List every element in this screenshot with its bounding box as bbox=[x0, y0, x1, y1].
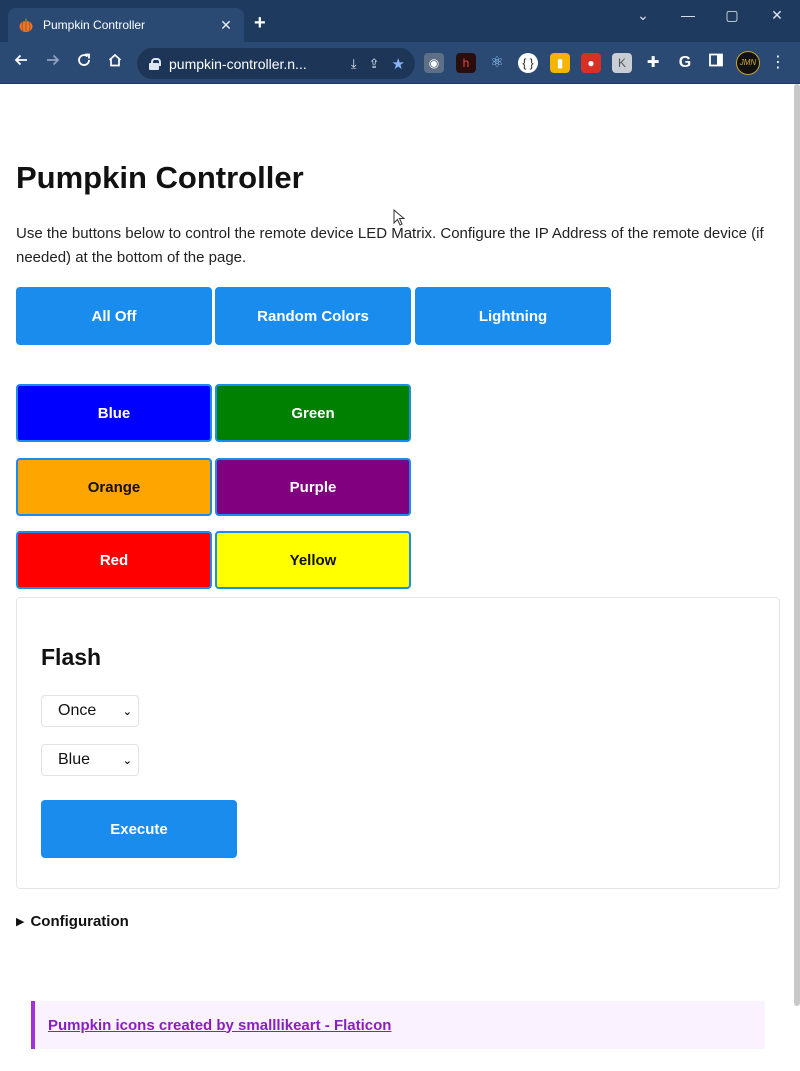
configuration-toggle[interactable]: ▶ Configuration bbox=[16, 913, 129, 930]
chevron-down-icon: ⌄ bbox=[122, 706, 132, 718]
address-bar-url[interactable]: pumpkin-controller.n... bbox=[169, 56, 339, 72]
flash-card: Flash Once ⌄ Blue ⌄ Execute bbox=[16, 597, 780, 889]
address-bar[interactable]: pumpkin-controller.n... ⤓ ⇪ ★ bbox=[137, 48, 415, 79]
page-scrollbar[interactable] bbox=[794, 84, 800, 1006]
google-icon[interactable]: G bbox=[675, 53, 695, 73]
lock-icon[interactable] bbox=[149, 57, 161, 70]
execute-button[interactable]: Execute bbox=[41, 800, 237, 858]
lightning-button[interactable]: Lightning bbox=[415, 287, 611, 345]
puzzle-icon[interactable]: ✚ bbox=[643, 53, 663, 73]
star-icon[interactable]: ★ bbox=[392, 55, 405, 73]
flaticon-credit-link[interactable]: Pumpkin icons created by smalllikeart - … bbox=[48, 1017, 391, 1034]
tab-search-dropdown-icon[interactable]: ⌄ bbox=[631, 7, 655, 24]
browser-toolbar: pumpkin-controller.n... ⤓ ⇪ ★ ◉ h ⚛ { } … bbox=[0, 42, 800, 84]
browser-tab-active[interactable]: Pumpkin Controller ✕ bbox=[8, 8, 244, 42]
tab-title: Pumpkin Controller bbox=[43, 18, 146, 32]
orange-color-button[interactable]: Orange bbox=[16, 458, 212, 516]
minimize-window-button[interactable]: — bbox=[676, 7, 700, 23]
page-title: Pumpkin Controller bbox=[16, 160, 304, 195]
blue-color-button[interactable]: Blue bbox=[16, 384, 212, 442]
back-arrow-icon[interactable] bbox=[9, 51, 33, 75]
flash-color-select[interactable]: Blue ⌄ bbox=[41, 744, 139, 776]
credit-banner: Pumpkin icons created by smalllikeart - … bbox=[31, 1001, 765, 1049]
side-panel-icon[interactable] bbox=[706, 53, 726, 73]
page-content: Pumpkin Controller Use the buttons below… bbox=[0, 84, 792, 1071]
react-devtools-icon[interactable]: ⚛ bbox=[487, 53, 507, 73]
profile-avatar[interactable]: JMN bbox=[736, 51, 760, 75]
purple-color-button[interactable]: Purple bbox=[215, 458, 411, 516]
new-tab-button[interactable]: + bbox=[254, 12, 266, 34]
tab-close-icon[interactable]: ✕ bbox=[218, 17, 234, 34]
k-extension-icon[interactable]: K bbox=[612, 53, 632, 73]
reload-icon[interactable] bbox=[72, 51, 96, 75]
maximize-window-button[interactable]: ▢ bbox=[720, 7, 744, 24]
green-color-button[interactable]: Green bbox=[215, 384, 411, 442]
flash-mode-select[interactable]: Once ⌄ bbox=[41, 695, 139, 727]
close-window-button[interactable]: ✕ bbox=[765, 7, 789, 24]
kebab-menu-icon[interactable]: ⋮ bbox=[770, 52, 786, 72]
browser-titlebar: Pumpkin Controller ✕ + ⌄ — ▢ ✕ bbox=[0, 0, 800, 42]
forward-arrow-icon[interactable] bbox=[41, 51, 65, 75]
install-icon[interactable]: ⤓ bbox=[351, 56, 357, 72]
disclosure-triangle-icon: ▶ bbox=[16, 916, 25, 928]
json-extension-icon[interactable]: { } bbox=[518, 53, 538, 73]
mouse-cursor-icon bbox=[393, 209, 405, 226]
h-extension-icon[interactable]: h bbox=[456, 53, 476, 73]
random-colors-button[interactable]: Random Colors bbox=[215, 287, 411, 345]
flash-mode-value: Once bbox=[58, 702, 97, 719]
configuration-label: Configuration bbox=[30, 913, 129, 930]
all-off-button[interactable]: All Off bbox=[16, 287, 212, 345]
flash-color-value: Blue bbox=[58, 751, 91, 768]
intro-text: Use the buttons below to control the rem… bbox=[16, 225, 764, 266]
red-color-button[interactable]: Red bbox=[16, 531, 212, 589]
camera-extension-icon[interactable]: ◉ bbox=[424, 53, 444, 73]
chevron-down-icon: ⌄ bbox=[122, 755, 132, 767]
red-extension-icon[interactable]: ● bbox=[581, 53, 601, 73]
yellow-color-button[interactable]: Yellow bbox=[215, 531, 411, 589]
home-icon[interactable] bbox=[103, 51, 127, 75]
keep-extension-icon[interactable]: ▮ bbox=[550, 53, 570, 73]
flash-heading: Flash bbox=[41, 644, 102, 670]
pumpkin-favicon-icon bbox=[18, 17, 34, 33]
share-icon[interactable]: ⇪ bbox=[369, 56, 380, 72]
